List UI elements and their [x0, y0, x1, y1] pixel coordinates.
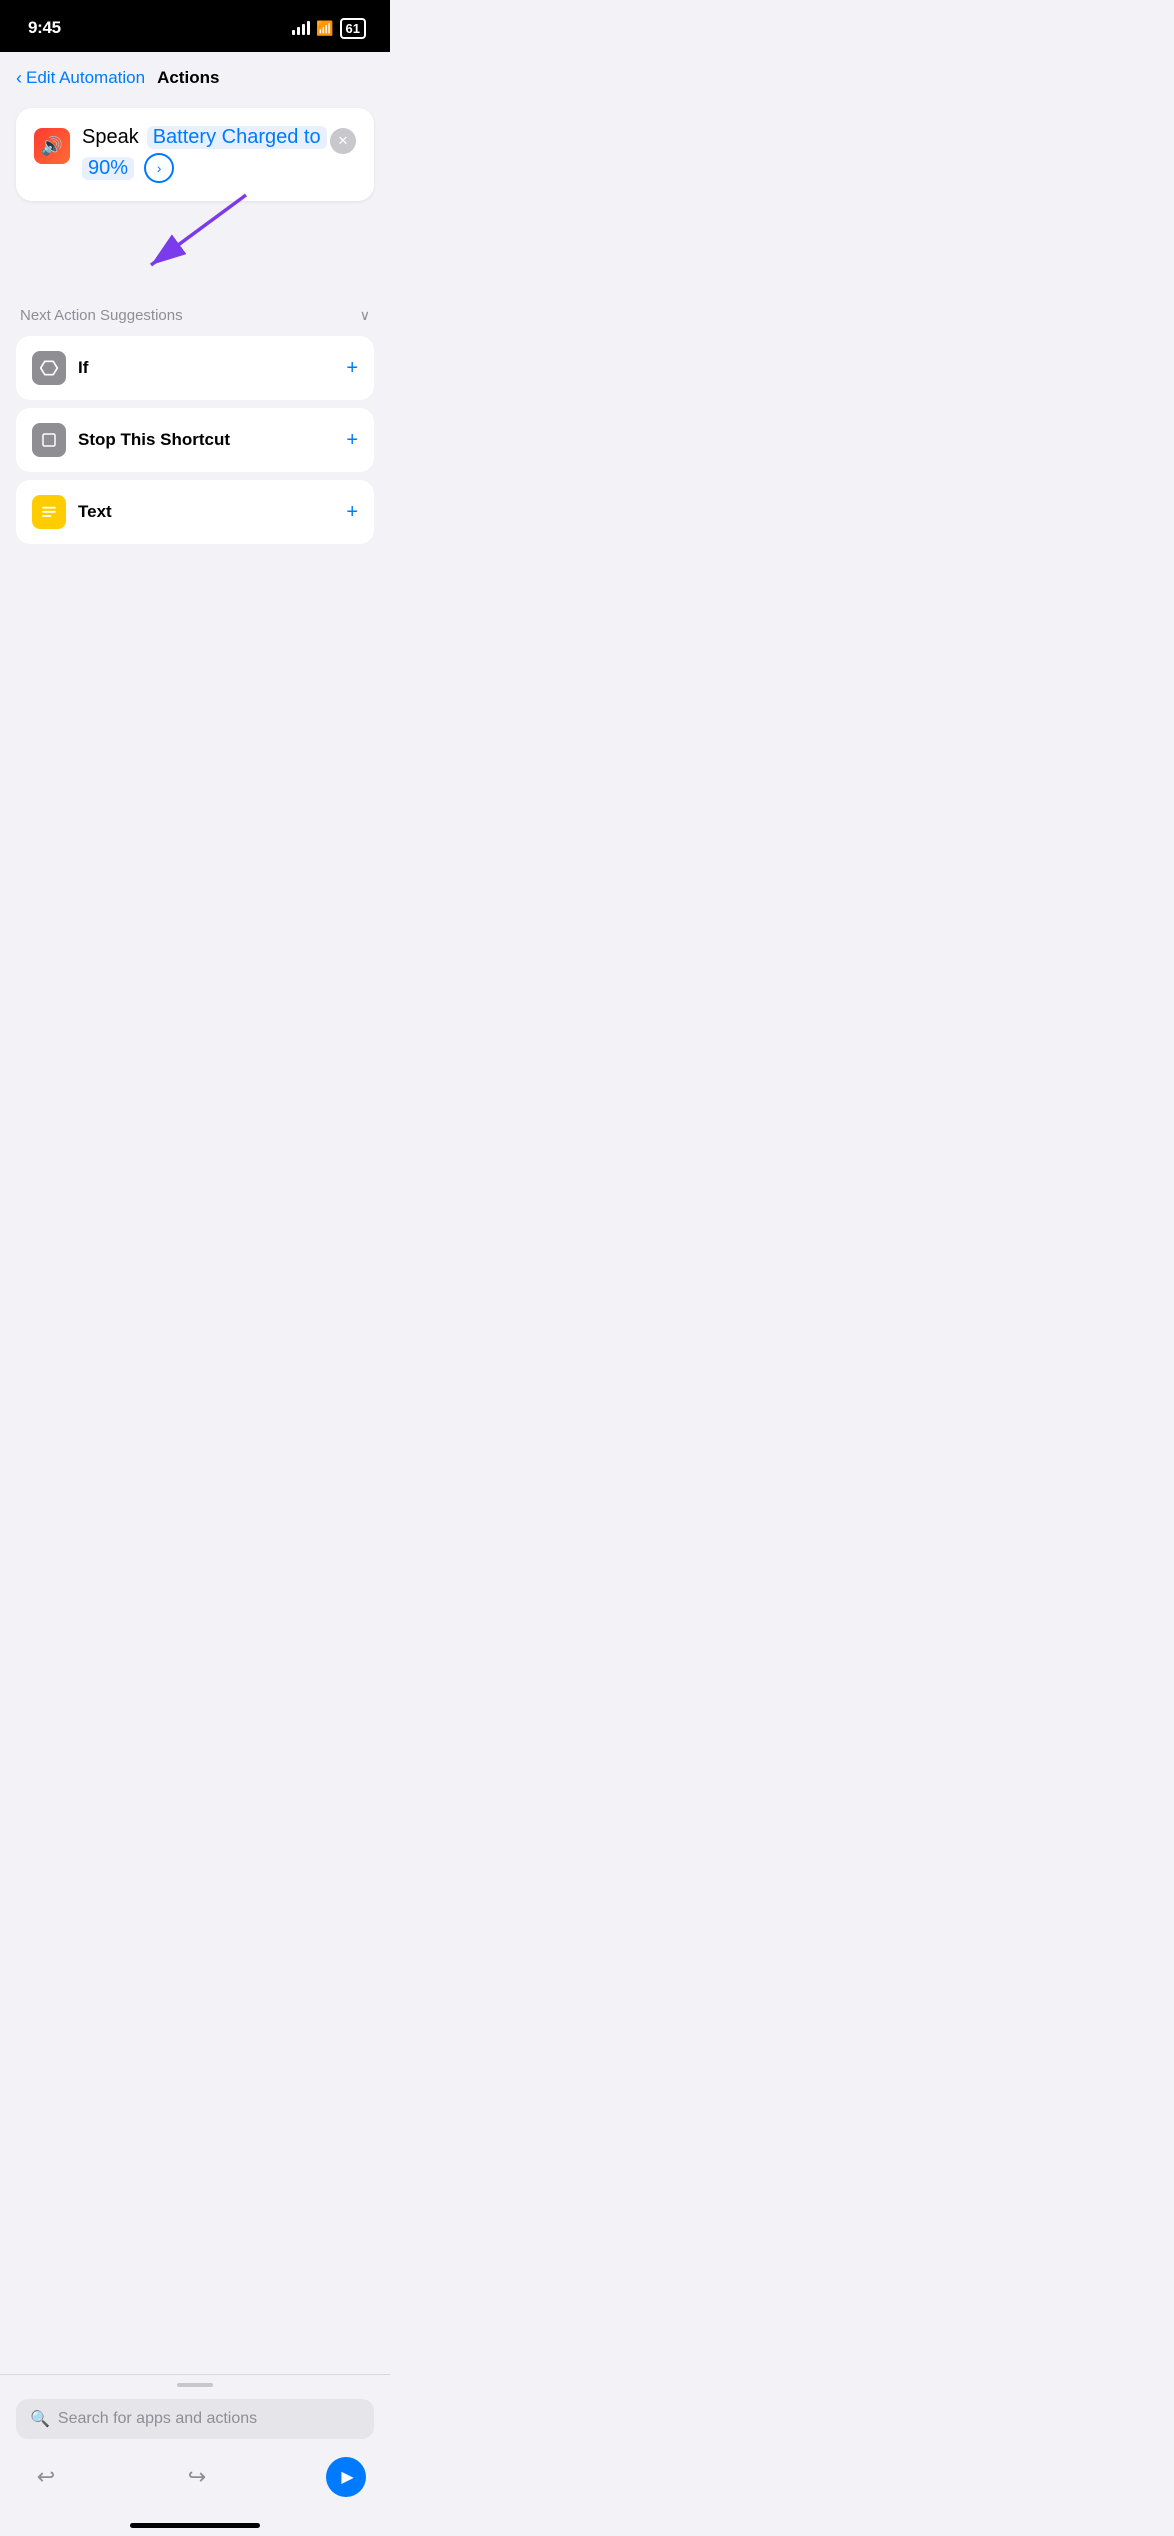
- if-label: If: [78, 358, 88, 378]
- suggestions-chevron-icon: ∨: [360, 307, 370, 324]
- status-time: 9:45: [28, 18, 61, 38]
- text-icon: [32, 495, 66, 529]
- bottom-handle: [177, 2383, 213, 2387]
- signal-bars-icon: [292, 21, 310, 35]
- bottom-area: 🔍 Search for apps and actions ↩ ↪ ▶: [0, 2374, 390, 2536]
- status-bar: 9:45 📶 61: [0, 0, 390, 52]
- text-add-button[interactable]: +: [346, 501, 358, 524]
- speak-icon: 🔊: [34, 128, 70, 164]
- expand-button[interactable]: ›: [144, 153, 174, 183]
- stop-label: Stop This Shortcut: [78, 430, 230, 450]
- back-label: Edit Automation: [26, 68, 145, 88]
- speak-highlighted-text[interactable]: Battery Charged to: [147, 126, 327, 149]
- speak-percent[interactable]: 90%: [82, 157, 134, 180]
- back-button[interactable]: ‹ Edit Automation: [16, 68, 145, 88]
- nav-bar: ‹ Edit Automation Actions: [0, 52, 390, 100]
- undo-icon: ↩: [37, 2464, 55, 2490]
- battery-indicator: 61: [340, 18, 366, 39]
- speaker-icon: 🔊: [41, 136, 63, 157]
- home-indicator: [130, 2523, 260, 2528]
- if-icon: [32, 351, 66, 385]
- speak-word: Speak: [82, 126, 139, 149]
- suggestion-text[interactable]: Text +: [16, 480, 374, 544]
- status-icons: 📶 61: [292, 18, 366, 39]
- stop-icon: [32, 423, 66, 457]
- wifi-icon: 📶: [316, 20, 333, 37]
- suggestions-header[interactable]: Next Action Suggestions ∨: [16, 303, 374, 336]
- suggestion-stop[interactable]: Stop This Shortcut +: [16, 408, 374, 472]
- redo-icon: ↪: [188, 2464, 206, 2490]
- close-button[interactable]: ✕: [330, 128, 356, 154]
- redo-button[interactable]: ↪: [175, 2455, 219, 2499]
- search-bar[interactable]: 🔍 Search for apps and actions: [16, 2399, 374, 2439]
- arrow-annotation: [16, 225, 374, 295]
- bottom-toolbar: ↩ ↪ ▶: [16, 2451, 374, 2519]
- stop-add-button[interactable]: +: [346, 429, 358, 452]
- play-button[interactable]: ▶: [326, 2457, 366, 2497]
- play-icon: ▶: [341, 2467, 353, 2487]
- text-label: Text: [78, 502, 112, 522]
- battery-level: 61: [346, 21, 360, 36]
- purple-arrow-icon: [96, 185, 256, 290]
- if-add-button[interactable]: +: [346, 357, 358, 380]
- suggestions-label: Next Action Suggestions: [20, 307, 183, 324]
- page-title: Actions: [157, 68, 219, 88]
- speak-text-area: Speak Battery Charged to 90% ›: [82, 126, 330, 183]
- main-content: 🔊 Speak Battery Charged to 90% › ✕: [0, 100, 390, 544]
- undo-button[interactable]: ↩: [24, 2455, 68, 2499]
- suggestion-if[interactable]: If +: [16, 336, 374, 400]
- back-chevron-icon: ‹: [16, 69, 22, 87]
- search-input[interactable]: Search for apps and actions: [58, 2410, 257, 2428]
- search-icon: 🔍: [30, 2409, 50, 2429]
